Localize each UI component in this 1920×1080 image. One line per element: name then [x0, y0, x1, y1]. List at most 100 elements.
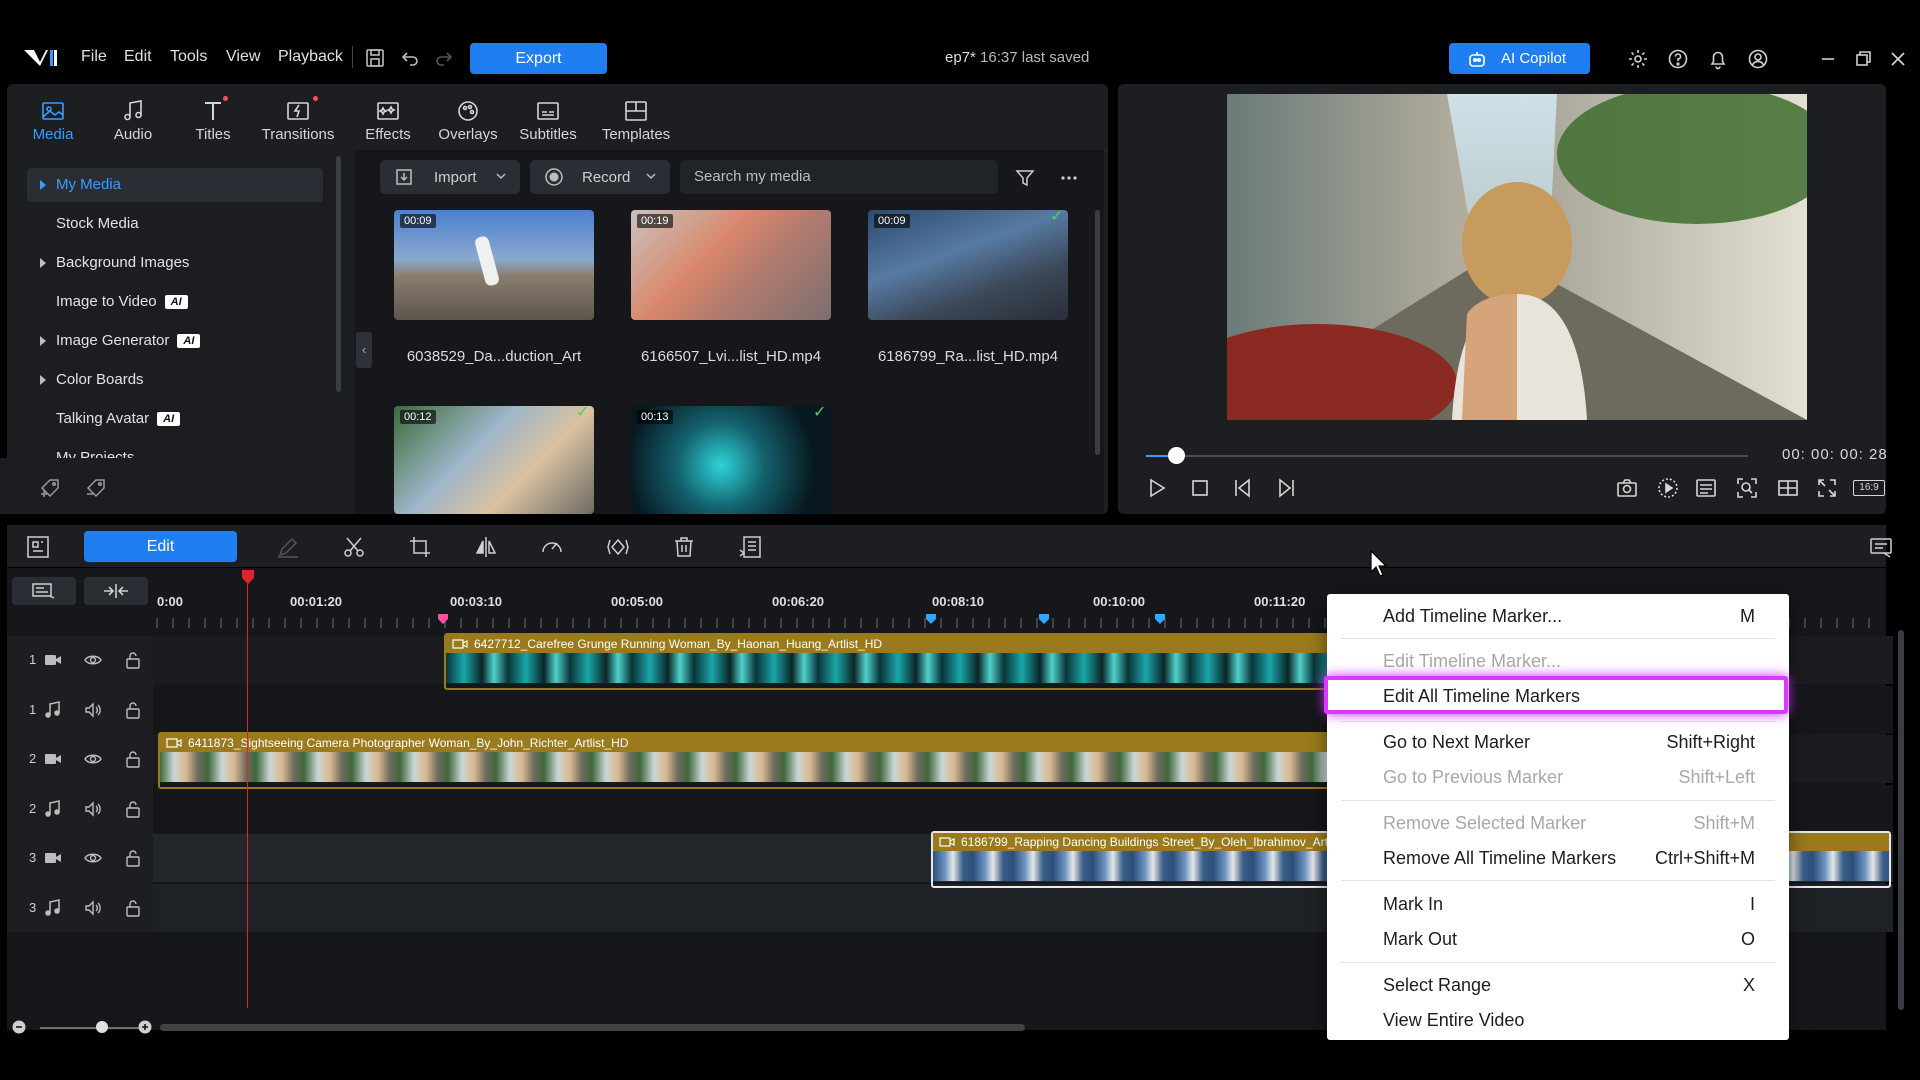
crop-icon[interactable] — [407, 534, 433, 560]
export-button[interactable]: Export — [470, 43, 607, 74]
tab-subtitles[interactable]: Subtitles — [508, 92, 588, 152]
eye-icon[interactable] — [83, 749, 103, 769]
expand-arrow-icon[interactable] — [40, 180, 46, 190]
zoom-slider-handle[interactable] — [96, 1021, 108, 1033]
tab-transitions[interactable]: Transitions — [253, 92, 343, 152]
minimize-icon[interactable] — [1817, 48, 1839, 70]
next-frame-icon[interactable] — [1273, 476, 1297, 500]
restore-icon[interactable] — [1852, 48, 1874, 70]
lock-icon[interactable] — [123, 848, 143, 868]
pen-icon[interactable] — [275, 534, 301, 560]
tab-titles[interactable]: Titles — [173, 92, 253, 152]
tab-overlays[interactable]: Overlays — [428, 92, 508, 152]
bell-icon[interactable] — [1707, 48, 1729, 70]
timeline-settings-icon[interactable] — [1868, 534, 1894, 560]
preview-video[interactable] — [1227, 94, 1807, 420]
library-toggle-icon[interactable] — [25, 534, 51, 560]
zoom-slider[interactable] — [40, 1027, 140, 1029]
stop-icon[interactable] — [1188, 476, 1212, 500]
zoom-fit-icon[interactable] — [1735, 476, 1759, 500]
playback-options-icon[interactable] — [1694, 476, 1718, 500]
media-thumbnail[interactable]: 00:12 — [394, 406, 594, 514]
snap-fit-button[interactable] — [84, 577, 148, 605]
timeline-marker[interactable] — [1039, 614, 1049, 624]
menu-select-range[interactable]: Select Range X — [1383, 975, 1755, 996]
timeline-marker[interactable] — [438, 614, 448, 624]
aspect-ratio-button[interactable]: 16:9 — [1853, 476, 1885, 500]
scrub-track[interactable] — [1146, 455, 1748, 457]
tools-menu-icon[interactable] — [737, 534, 763, 560]
tree-item-color-boards[interactable]: Color Boards — [56, 371, 144, 388]
keyframe-icon[interactable] — [605, 534, 631, 560]
menu-view-entire-video[interactable]: View Entire Video — [1383, 1010, 1755, 1031]
menu-go-to-next-marker[interactable]: Go to Next Marker Shift+Right — [1383, 732, 1755, 753]
tab-templates[interactable]: Templates — [588, 92, 684, 152]
menu-file[interactable]: File — [81, 48, 107, 66]
scissors-icon[interactable] — [341, 534, 367, 560]
menu-view[interactable]: View — [226, 48, 260, 66]
help-icon[interactable] — [1667, 48, 1689, 70]
lock-icon[interactable] — [123, 749, 143, 769]
media-thumbnail[interactable]: 00:13 — [631, 406, 831, 514]
expand-arrow-icon[interactable] — [40, 375, 46, 385]
speed-icon[interactable] — [539, 534, 565, 560]
tab-media[interactable]: Media — [13, 92, 93, 152]
eye-icon[interactable] — [83, 848, 103, 868]
menu-mark-in[interactable]: Mark In I — [1383, 894, 1755, 915]
fullscreen-icon[interactable] — [1815, 476, 1839, 500]
media-scrollbar[interactable] — [1095, 210, 1100, 455]
tree-scrollbar[interactable] — [336, 156, 341, 392]
save-icon[interactable] — [364, 47, 386, 69]
speaker-icon[interactable] — [83, 799, 103, 819]
tree-item-my-media[interactable]: My Media — [56, 176, 121, 193]
timeline-vertical-scrollbar[interactable] — [1898, 630, 1904, 1010]
layout-toggle-icon[interactable] — [1776, 476, 1800, 500]
ai-copilot-button[interactable]: AI Copilot — [1449, 43, 1590, 74]
menu-remove-selected-marker[interactable]: Remove Selected Marker Shift+M — [1383, 813, 1755, 834]
expand-arrow-icon[interactable] — [40, 258, 46, 268]
more-options-icon[interactable] — [1058, 167, 1080, 189]
expand-arrow-icon[interactable] — [40, 336, 46, 346]
trash-icon[interactable] — [671, 534, 697, 560]
record-button[interactable]: Record — [530, 160, 670, 194]
undo-icon[interactable] — [399, 47, 421, 69]
render-preview-icon[interactable] — [1656, 476, 1680, 500]
lock-icon[interactable] — [123, 799, 143, 819]
import-button[interactable]: Import — [380, 160, 520, 194]
media-thumbnail[interactable]: 00:19 — [631, 210, 831, 320]
zoom-in-icon[interactable] — [138, 1020, 152, 1034]
video-clip[interactable]: 6427712_Carefree Grunge Running Woman_By… — [444, 633, 1329, 690]
speaker-icon[interactable] — [83, 898, 103, 918]
tree-item-talking-avatar[interactable]: Talking Avatar AI — [56, 410, 181, 427]
tab-effects[interactable]: Effects — [348, 92, 428, 152]
edit-button[interactable]: Edit — [84, 531, 237, 562]
tree-item-background-images[interactable]: Background Images — [56, 254, 189, 271]
collapse-panel-button[interactable]: ‹ — [356, 332, 372, 368]
scrub-handle[interactable] — [1168, 447, 1186, 464]
menu-edit-timeline-marker[interactable]: Edit Timeline Marker... — [1383, 651, 1755, 672]
add-track-button[interactable] — [12, 577, 76, 605]
tab-audio[interactable]: Audio — [93, 92, 173, 152]
close-icon[interactable] — [1887, 48, 1909, 70]
remove-tag-icon[interactable] — [84, 476, 108, 500]
tree-item-stock-media[interactable]: Stock Media — [56, 215, 139, 232]
play-icon[interactable] — [1145, 476, 1169, 500]
flip-icon[interactable] — [473, 534, 499, 560]
timeline-marker[interactable] — [926, 614, 936, 624]
media-thumbnail[interactable]: 00:09 — [868, 210, 1068, 320]
playhead-handle[interactable] — [240, 570, 256, 586]
lock-icon[interactable] — [123, 650, 143, 670]
tree-item-image-generator[interactable]: Image Generator AI — [56, 332, 201, 349]
speaker-icon[interactable] — [83, 700, 103, 720]
menu-edit[interactable]: Edit — [124, 48, 152, 66]
lock-icon[interactable] — [123, 898, 143, 918]
search-input[interactable]: Search my media — [680, 160, 998, 194]
add-tag-icon[interactable] — [38, 476, 62, 500]
video-clip[interactable]: 6411873_Sightseeing Camera Photographer … — [158, 732, 1329, 789]
account-icon[interactable] — [1747, 48, 1769, 70]
gear-icon[interactable] — [1627, 48, 1649, 70]
menu-tools[interactable]: Tools — [170, 48, 207, 66]
eye-icon[interactable] — [83, 650, 103, 670]
filter-icon[interactable] — [1014, 167, 1036, 189]
timeline-marker[interactable] — [1155, 614, 1165, 624]
